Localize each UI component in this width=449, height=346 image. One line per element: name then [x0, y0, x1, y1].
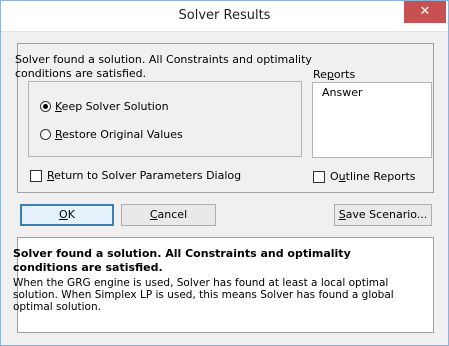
save-scenario-button[interactable]: Save Scenario... — [334, 204, 432, 226]
title-bar: Solver Results ✕ — [1, 1, 448, 32]
solution-options-group — [28, 81, 302, 157]
ok-button[interactable]: OK — [20, 204, 114, 226]
outline-reports-checkbox[interactable]: Outline Reports — [313, 170, 416, 183]
dialog-title: Solver Results — [178, 8, 271, 23]
restore-original-label: Restore Original Values — [55, 128, 183, 141]
checkbox-unchecked-icon — [313, 170, 325, 183]
close-button[interactable]: ✕ — [404, 1, 446, 23]
outline-reports-label: Outline Reports — [330, 170, 416, 183]
keep-solution-radio[interactable]: Keep Solver Solution — [40, 100, 169, 113]
info-title: Solver found a solution. All Constraints… — [13, 247, 351, 274]
restore-original-radio[interactable]: Restore Original Values — [40, 128, 183, 141]
report-item-answer[interactable]: Answer — [322, 86, 363, 99]
keep-solution-label: Keep Solver Solution — [55, 100, 169, 113]
info-body: When the GRG engine is used, Solver has … — [13, 277, 394, 313]
cancel-button[interactable]: Cancel — [121, 204, 216, 226]
return-to-parameters-label: Return to Solver Parameters Dialog — [47, 169, 242, 182]
close-icon: ✕ — [419, 4, 431, 19]
reports-listbox[interactable]: Answer — [312, 82, 432, 158]
solver-results-dialog: Solver Results ✕ Solver found a solution… — [0, 0, 449, 346]
radio-selected-icon — [40, 101, 51, 112]
return-to-parameters-checkbox[interactable]: Return to Solver Parameters Dialog — [30, 169, 241, 182]
reports-label: Reports — [313, 68, 356, 81]
status-message: Solver found a solution. All Constraints… — [15, 53, 312, 80]
radio-unselected-icon — [40, 129, 51, 140]
checkbox-unchecked-icon — [30, 169, 42, 182]
